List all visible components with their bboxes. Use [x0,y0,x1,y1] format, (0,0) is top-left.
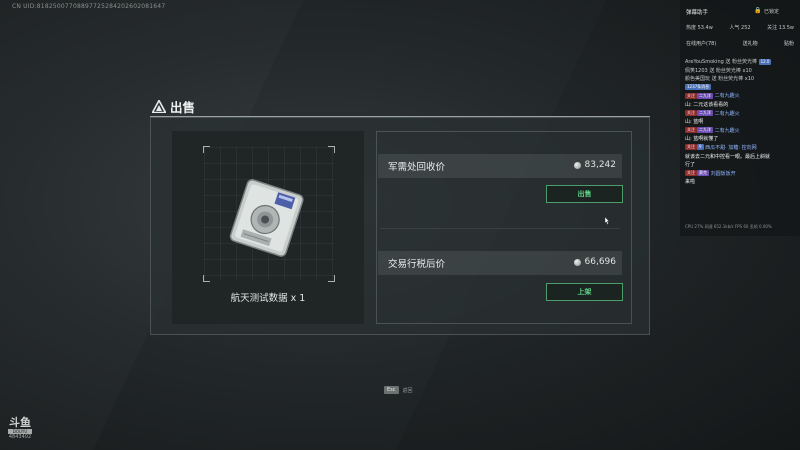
stat-follows: 关注 13.5w [767,25,794,31]
stream-stats: 热度 53.4w 人气 252 关注 13.5w [686,24,794,31]
chat-line: 山: 蓝啊 [685,118,797,127]
chat-line: 关注 赛克 刘圆饭饭开 [685,170,797,179]
chat-text: 刘圆饭饭开 [709,170,736,177]
chat-line: 关注 二九洋 二有九趣火 [685,92,797,101]
chat-line: 行了 [685,161,797,170]
chat-badge: 关注 [685,170,697,177]
frame-corner [328,275,335,282]
chat-line: 颜色美国玩 送 粉丝荧光棒 x10 [685,75,797,84]
chat-text: 山: 二元这该看看的 [685,101,729,108]
tab-fans[interactable]: 贴粉 [784,40,794,47]
chat-text: 佩笑1203 送 粉丝荧光棒 x10 [685,67,752,74]
tab-gifts[interactable]: 送礼物 [743,40,758,47]
chat-line: 关注 二九洋 二有九趣火 [685,127,797,136]
back-label: 返回 [402,387,413,394]
chat-badge: 关注 [685,110,697,117]
logo-line2: 4843402 [8,434,32,440]
chat-badge: 关注 [685,92,697,99]
coin-icon [573,258,581,266]
market-price-label: 交易行税后价 [388,259,446,270]
chat-tabs: 在线用户(78) 送礼物 贴粉 [686,40,794,47]
title-divider [150,116,650,117]
chat-line: AreYouSmoking 送 粉丝荧光棒 12.0 [685,58,797,67]
test-data-disk-icon [229,179,304,257]
chat-line: 关注 二九洋 二有九趣火 [685,110,797,119]
coin-icon [573,161,581,169]
esc-key[interactable]: Esc [384,386,399,394]
stat-heat: 热度 53.4w [686,25,713,31]
chat-badge: 1237条消息 [685,84,712,91]
chat-line: 山: 二元这该看看的 [685,101,797,110]
chat-text: 二有九趣火 [713,93,740,100]
logo-mark: 斗鱼 [9,416,31,429]
chat-badge: 二九洋 [697,110,713,117]
dialog-title-text: 出售 [170,100,196,115]
chat-panel-title: 弹幕助手 [686,10,709,16]
chat-line: 关注 9 西瓜不甜· 加糖: 控向网 [685,144,797,153]
back-hint[interactable]: Esc 返回 [384,386,413,394]
section-divider [380,228,620,229]
warning-triangle-icon [152,100,166,113]
stat-popularity: 人气 252 [729,25,751,31]
chat-text: 山: 蓝啊 [685,119,704,126]
chat-text: 西瓜不甜· 加糖: 控向网 [703,144,757,151]
perf-stats: CPU 27% 网速 652.1kb/s FPS 60 丢帧 0.00% [685,224,772,229]
chat-message-list: AreYouSmoking 送 粉丝荧光棒 12.0 佩笑1203 送 粉丝荧光棒… [685,58,797,187]
douyu-logo: 斗鱼 DOUYU 4843402 [8,417,32,440]
chat-badge: 二九洋 [697,127,713,134]
recycle-price-value: 83,242 [573,160,617,170]
chat-line: 山: 蓝啊就懂了 [685,135,797,144]
sell-dialog-title: 出售 [152,97,195,116]
frame-corner [203,146,210,153]
chat-badge: 二九洋 [697,92,713,99]
chat-badge: 关注 [685,144,697,151]
frame-corner [203,275,210,282]
stream-chat-panel: 弹幕助手 🔒 已锁定 热度 53.4w 人气 252 关注 13.5w 在线用户… [680,0,800,236]
chat-text: 来啦 [685,179,696,186]
chat-badge: 赛克 [697,170,709,177]
market-price-value: 66,696 [573,257,617,267]
chat-badge: 关注 [685,127,697,134]
chat-text: 行了 [685,162,696,169]
market-price-row: 交易行税后价 66,696 [378,251,622,275]
lock-icon[interactable]: 🔒 [754,7,761,14]
chat-text: 颜色美国玩 送 粉丝荧光棒 x10 [685,76,755,83]
market-price-amount: 66,696 [584,257,617,267]
sell-button[interactable]: 出售 [546,185,623,203]
chat-text: 就该去二元和中控看一眼。最后上斜就 [685,153,771,160]
item-name-label: 航天测试数据 x 1 [230,293,306,304]
chat-line: 就该去二元和中控看一眼。最后上斜就 [685,153,797,162]
recycle-price-label: 军需处回收价 [388,162,446,173]
chat-line: 来啦 [685,178,797,187]
tab-online-users[interactable]: 在线用户(78) [686,40,716,47]
chat-badge: 12.0 [758,58,772,65]
mouse-cursor-icon [604,217,610,225]
chat-text: 二有九趣火 [713,127,740,134]
recycle-price-row: 军需处回收价 83,242 [378,154,622,178]
recycle-price-amount: 83,242 [584,160,617,170]
chat-text: 山: 蓝啊就懂了 [685,136,719,143]
chat-line: 1237条消息 [685,84,797,93]
lock-status: 已锁定 [764,9,780,15]
chat-line: 佩笑1203 送 粉丝荧光棒 x10 [685,67,797,76]
list-on-market-button[interactable]: 上架 [546,283,623,301]
chat-text: AreYouSmoking 送 粉丝荧光棒 [685,59,759,65]
chat-text: 二有九趣火 [713,110,740,117]
uid-watermark: CN UID:818250077088977252842026020816​47 [12,3,166,10]
frame-corner [328,146,335,153]
